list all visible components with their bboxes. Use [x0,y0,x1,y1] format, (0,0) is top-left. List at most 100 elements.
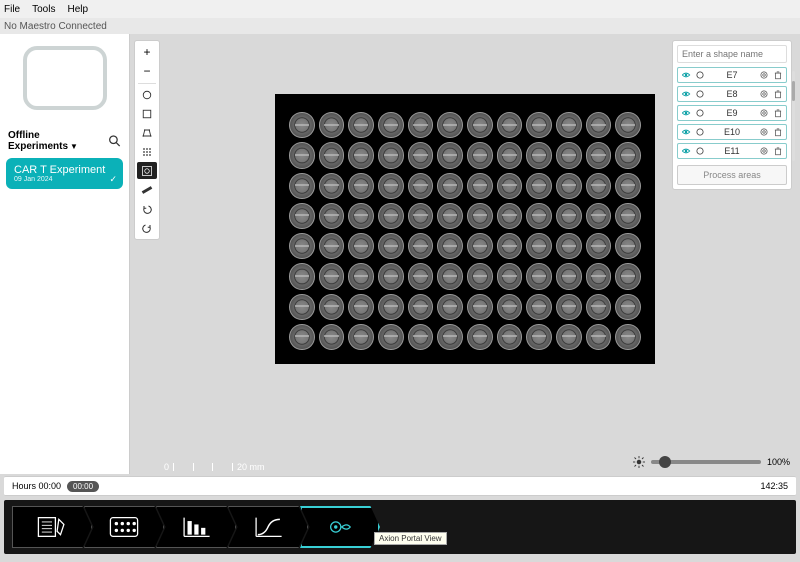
delete-icon[interactable] [773,108,783,118]
well[interactable] [289,263,315,289]
well[interactable] [408,233,434,259]
canvas[interactable]: 0 20 mm E7E8E9E10E11 Process areas 100% [160,34,800,474]
shape-row[interactable]: E11 [677,143,787,159]
shape-row[interactable]: E7 [677,67,787,83]
well[interactable] [497,294,523,320]
well[interactable] [348,112,374,138]
well[interactable] [319,324,345,350]
well[interactable] [526,263,552,289]
well[interactable] [586,233,612,259]
well[interactable] [348,142,374,168]
well[interactable] [437,203,463,229]
well[interactable] [408,112,434,138]
target-icon[interactable] [759,146,769,156]
nav-step-plate[interactable] [84,506,164,548]
focus-tool-icon[interactable] [137,162,157,179]
well[interactable] [467,263,493,289]
well[interactable] [586,112,612,138]
well[interactable] [497,173,523,199]
well-plate[interactable] [275,94,655,364]
undo-button[interactable] [137,200,157,217]
well[interactable] [378,112,404,138]
redo-button[interactable] [137,219,157,236]
shape-row[interactable]: E9 [677,105,787,121]
well[interactable] [348,263,374,289]
well[interactable] [437,233,463,259]
well[interactable] [319,173,345,199]
menu-help[interactable]: Help [67,4,88,15]
well[interactable] [378,233,404,259]
ruler-tool-icon[interactable] [137,181,157,198]
shape-name-input[interactable] [677,45,787,63]
zoom-in-button[interactable]: + [137,44,157,61]
well[interactable] [348,203,374,229]
eye-icon[interactable] [681,70,691,80]
well[interactable] [615,112,641,138]
well[interactable] [378,142,404,168]
well[interactable] [408,173,434,199]
well[interactable] [348,233,374,259]
shape-row[interactable]: E10 [677,124,787,140]
target-icon[interactable] [759,108,769,118]
nav-step-portal[interactable] [300,506,380,548]
well[interactable] [348,324,374,350]
offline-experiments-label[interactable]: Offline Experiments▼ [8,130,108,152]
target-icon[interactable] [759,89,769,99]
well[interactable] [615,203,641,229]
well[interactable] [556,233,582,259]
well[interactable] [408,203,434,229]
timeline-current[interactable]: 00:00 [67,481,99,492]
well[interactable] [586,173,612,199]
well[interactable] [556,112,582,138]
well[interactable] [378,173,404,199]
well[interactable] [615,294,641,320]
well[interactable] [497,263,523,289]
well[interactable] [378,263,404,289]
well[interactable] [467,173,493,199]
well[interactable] [556,324,582,350]
rect-tool-icon[interactable] [137,106,157,123]
well[interactable] [319,203,345,229]
well[interactable] [289,142,315,168]
well[interactable] [497,233,523,259]
well[interactable] [497,112,523,138]
well[interactable] [586,203,612,229]
well[interactable] [289,324,315,350]
well[interactable] [467,203,493,229]
brightness-slider[interactable] [651,460,761,464]
well[interactable] [615,233,641,259]
well[interactable] [586,294,612,320]
well[interactable] [289,203,315,229]
experiment-chip[interactable]: CAR T Experiment 09 Jan 2024 ✓ [6,158,123,189]
well[interactable] [437,142,463,168]
timeline[interactable]: Hours 00:00 00:00 142:35 [4,476,796,496]
menu-file[interactable]: File [4,4,20,15]
well[interactable] [437,112,463,138]
well[interactable] [319,233,345,259]
well[interactable] [556,294,582,320]
well[interactable] [348,173,374,199]
well[interactable] [348,294,374,320]
delete-icon[interactable] [773,127,783,137]
well[interactable] [319,263,345,289]
well[interactable] [437,324,463,350]
eye-icon[interactable] [681,146,691,156]
eye-icon[interactable] [681,127,691,137]
well[interactable] [526,173,552,199]
delete-icon[interactable] [773,70,783,80]
well[interactable] [556,263,582,289]
well[interactable] [497,324,523,350]
well[interactable] [467,294,493,320]
well[interactable] [586,142,612,168]
well[interactable] [497,203,523,229]
well[interactable] [526,112,552,138]
well[interactable] [467,233,493,259]
menu-tools[interactable]: Tools [32,4,55,15]
well[interactable] [615,263,641,289]
well[interactable] [289,173,315,199]
delete-icon[interactable] [773,146,783,156]
nav-step-notes[interactable] [12,506,92,548]
target-icon[interactable] [759,70,769,80]
search-icon[interactable] [108,134,121,148]
well[interactable] [556,173,582,199]
